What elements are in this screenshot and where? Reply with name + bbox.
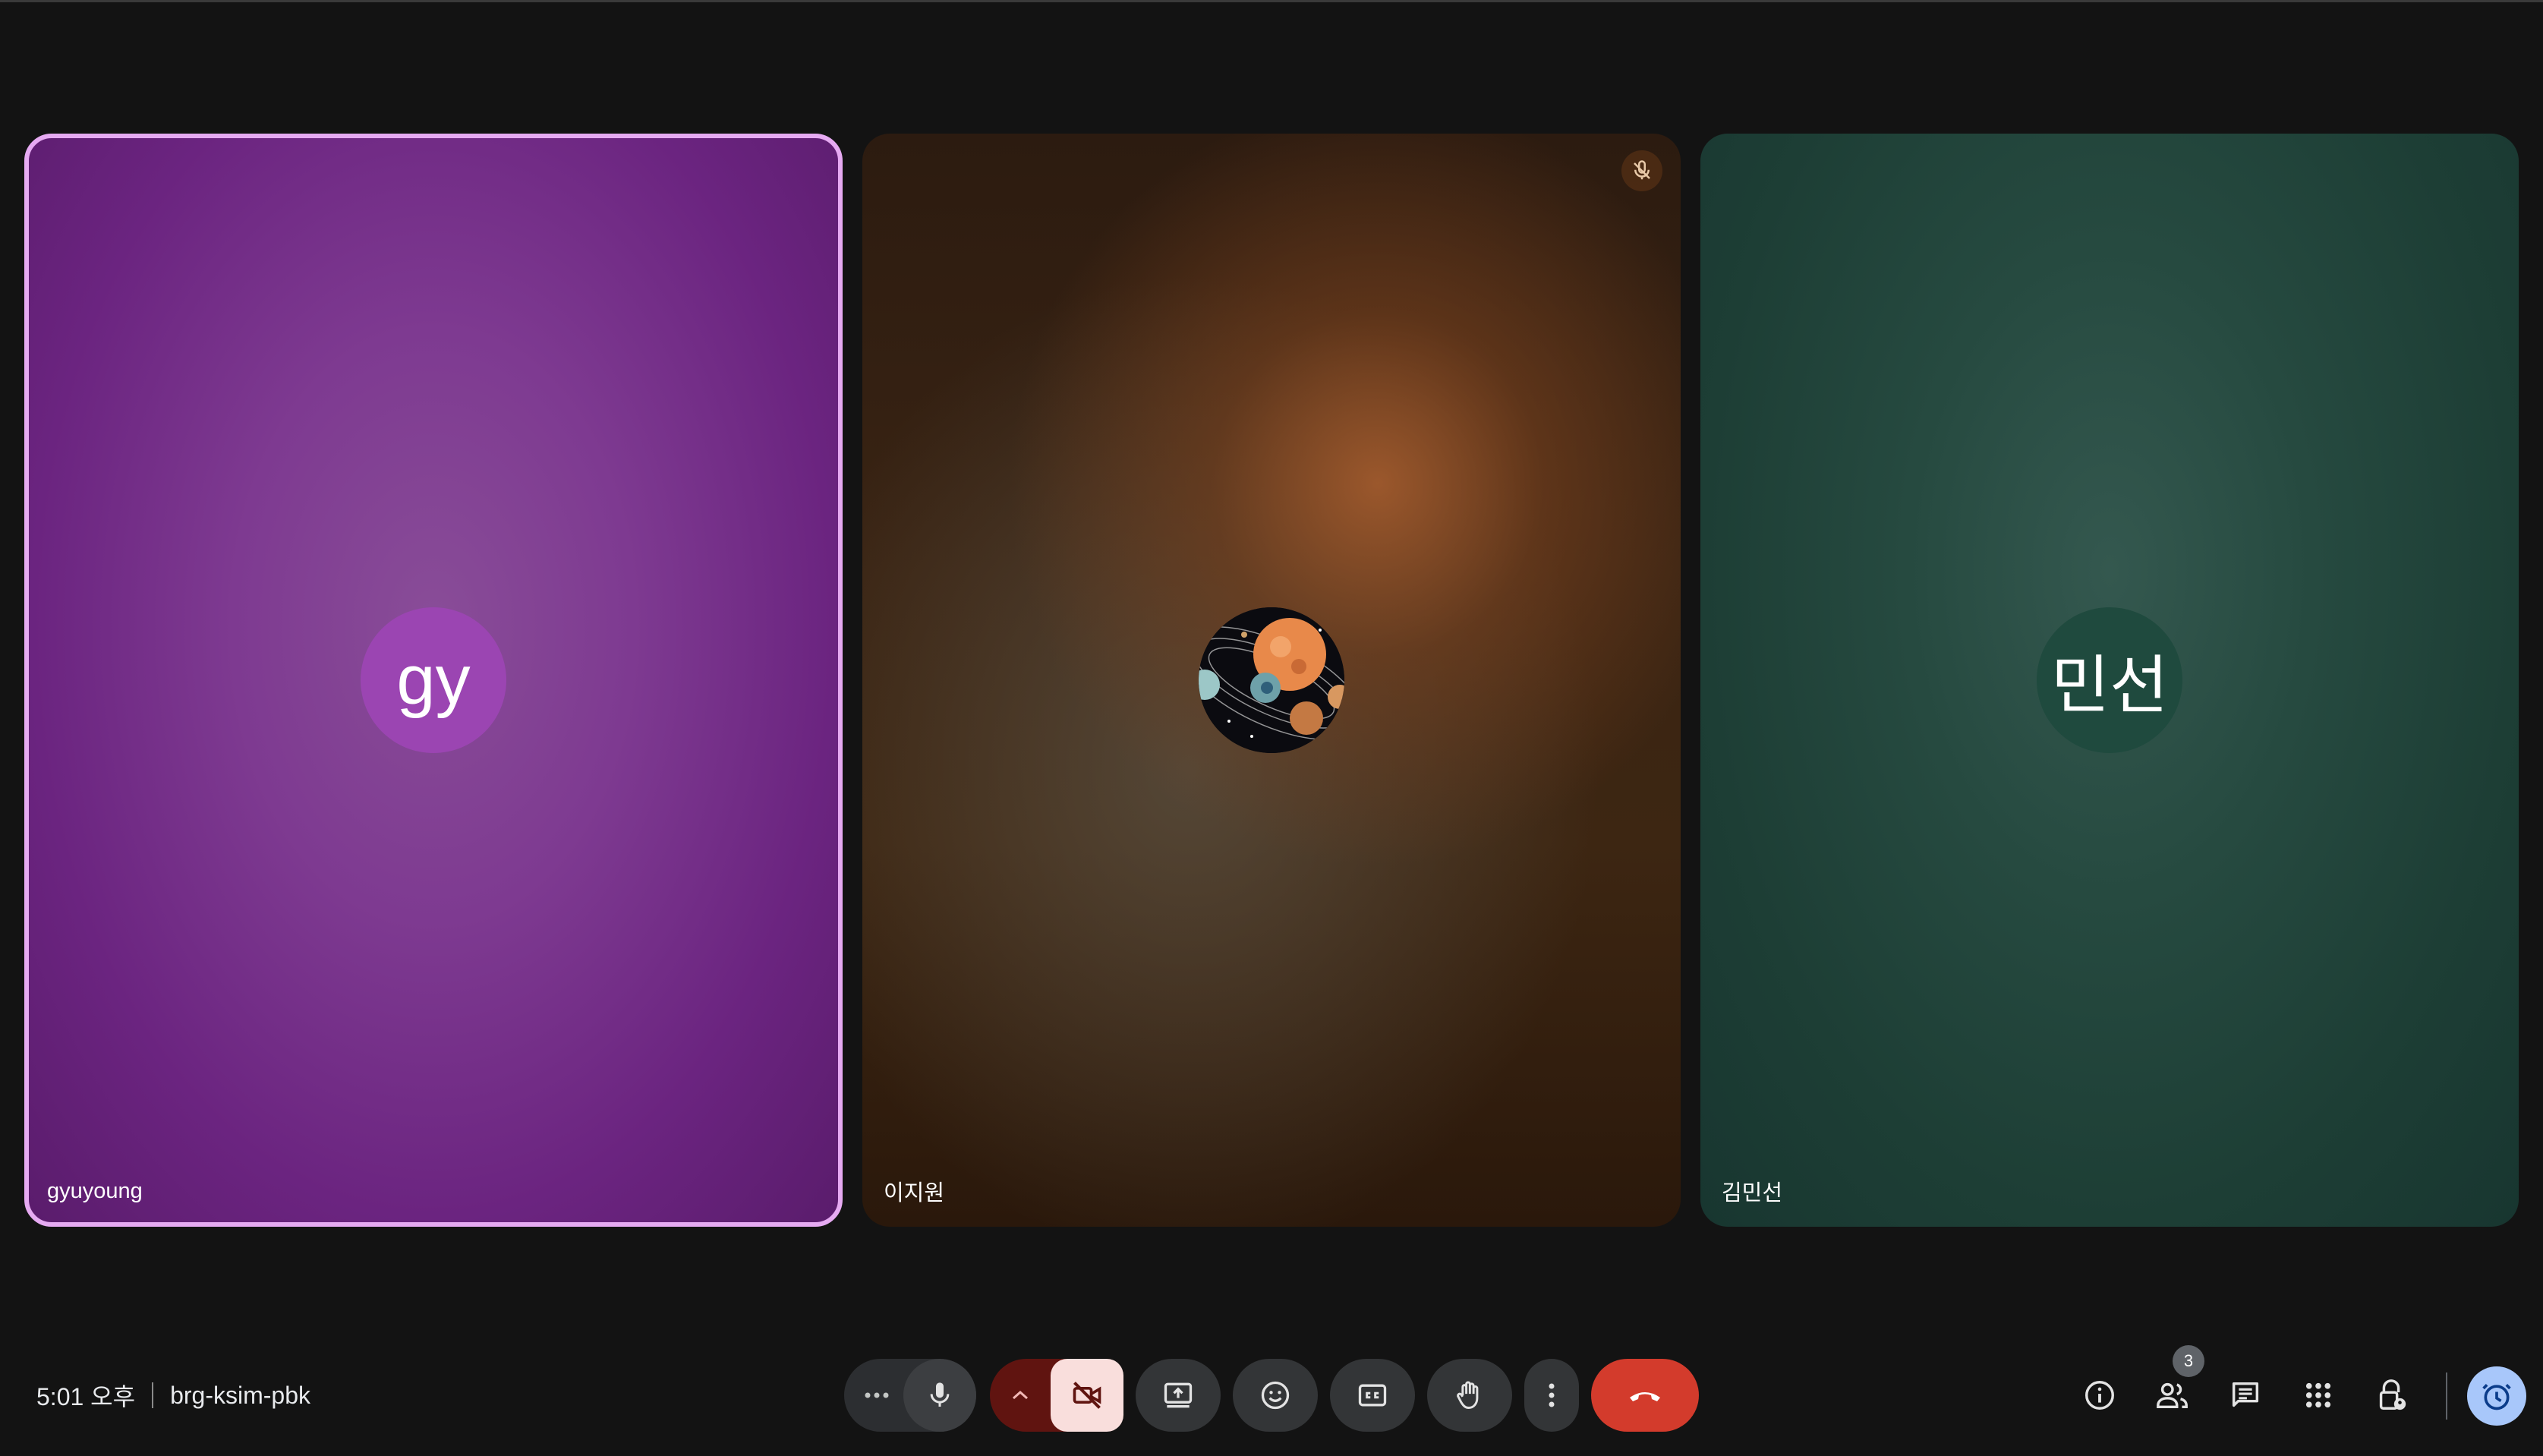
people-button[interactable] — [2150, 1372, 2195, 1418]
audio-settings-button[interactable] — [844, 1359, 909, 1432]
people-count-badge: 3 — [2173, 1345, 2204, 1377]
toolbar-divider — [2446, 1372, 2447, 1420]
present-screen-button[interactable] — [1136, 1359, 1221, 1432]
avatar: gy — [361, 607, 506, 753]
window-top-edge — [0, 0, 2543, 2]
apps-icon — [2305, 1382, 2331, 1408]
activities-button[interactable] — [2296, 1372, 2341, 1418]
participant-name: 김민선 — [1722, 1181, 1783, 1205]
chat-icon — [2232, 1382, 2259, 1407]
timer-icon — [2482, 1384, 2511, 1410]
more-vert-icon — [1549, 1383, 1555, 1407]
mic-off-icon — [1621, 150, 1662, 191]
call-end-icon — [1630, 1392, 1660, 1401]
participant-tile-jiwon[interactable]: 이지원 — [862, 134, 1681, 1227]
participant-name: 이지원 — [884, 1181, 945, 1205]
mic-button[interactable] — [903, 1359, 976, 1432]
meeting-info: 5:01 오후 brg-ksim-pbk — [36, 1380, 310, 1411]
avatar-initials: gy — [396, 641, 471, 719]
camera-toggle-button[interactable] — [1051, 1359, 1123, 1432]
raise-hand-button[interactable] — [1427, 1359, 1512, 1432]
mic-icon — [930, 1382, 950, 1407]
participant-tile-minseon[interactable]: 민선 김민선 — [1700, 134, 2519, 1227]
divider — [152, 1382, 154, 1408]
host-controls-button[interactable] — [2368, 1372, 2414, 1418]
present-screen-icon — [1164, 1382, 1193, 1408]
closed-caption-icon — [1358, 1384, 1387, 1407]
info-icon — [2085, 1381, 2114, 1410]
meeting-code[interactable]: brg-ksim-pbk — [170, 1382, 310, 1410]
people-icon — [2157, 1382, 2188, 1409]
more-options-icon — [865, 1392, 889, 1398]
mic-control-group — [844, 1359, 976, 1432]
videocam-off-icon — [1073, 1382, 1101, 1409]
emoji-icon — [1261, 1381, 1290, 1410]
avatar: 민선 — [2037, 607, 2182, 753]
planets-avatar-image — [1199, 607, 1344, 753]
hand-icon — [1457, 1381, 1479, 1409]
meeting-time: 5:01 오후 — [36, 1383, 136, 1410]
host-controls-icon — [2379, 1379, 2406, 1410]
reactions-button[interactable] — [1233, 1359, 1318, 1432]
leave-call-button[interactable] — [1591, 1359, 1699, 1432]
chevron-up-icon — [1013, 1390, 1028, 1400]
timer-button[interactable] — [2467, 1366, 2526, 1426]
participant-name: gyuyoung — [47, 1179, 143, 1203]
camera-control-group — [990, 1359, 1123, 1432]
meeting-details-button[interactable] — [2077, 1372, 2122, 1418]
participant-tile-gyuyoung[interactable]: gy gyuyoung — [24, 134, 843, 1227]
more-options-button[interactable] — [1524, 1359, 1579, 1432]
avatar-initials: 민선 — [2050, 649, 2169, 721]
camera-options-button[interactable] — [990, 1359, 1051, 1432]
chat-button[interactable] — [2223, 1372, 2268, 1418]
captions-button[interactable] — [1330, 1359, 1415, 1432]
